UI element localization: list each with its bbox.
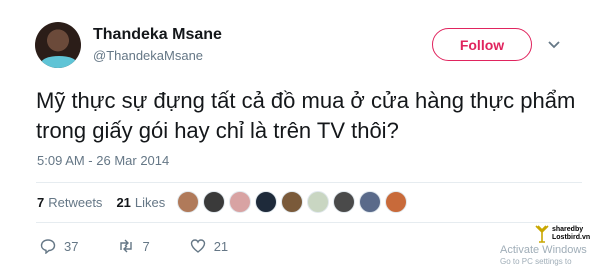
liker-avatar[interactable] <box>255 191 277 213</box>
tweet-text-line: trong giấy gói hay chỉ là trên TV thôi? <box>36 118 399 143</box>
divider <box>36 222 582 223</box>
liker-avatars <box>177 191 407 213</box>
retweets-count: 7 <box>37 195 45 210</box>
user-handle[interactable]: @ThandekaMsane <box>93 48 203 63</box>
reply-icon <box>40 239 56 254</box>
logo-text-line: sharedby <box>552 226 584 233</box>
lostbird-logo <box>535 225 549 243</box>
chevron-down-icon[interactable] <box>547 37 561 51</box>
liker-avatar[interactable] <box>307 191 329 213</box>
liker-avatar[interactable] <box>177 191 199 213</box>
windows-watermark: Activate Windows Go to PC settings to ac… <box>500 244 600 268</box>
liker-avatar[interactable] <box>359 191 381 213</box>
retweet-button[interactable]: 7 <box>118 238 150 254</box>
liker-avatar[interactable] <box>385 191 407 213</box>
reply-button[interactable]: 37 <box>40 238 78 254</box>
retweets-label: Retweets <box>48 195 103 210</box>
like-button[interactable]: 21 <box>190 238 228 254</box>
liker-avatar[interactable] <box>333 191 355 213</box>
retweet-icon <box>120 239 133 253</box>
tweet-actions: 37 7 21 <box>40 238 268 254</box>
retweets-stat[interactable]: 7 Retweets <box>37 195 102 210</box>
liker-avatar[interactable] <box>229 191 251 213</box>
watermark-title: Activate Windows <box>500 244 587 256</box>
logo-text: sharedby Lostbird.vn <box>552 226 590 242</box>
tweet-timestamp[interactable]: 5:09 AM - 26 Mar 2014 <box>37 153 169 168</box>
tweet-stats: 7 Retweets 21 Likes <box>37 195 165 210</box>
retweet-count: 7 <box>142 238 150 254</box>
avatar[interactable] <box>35 22 81 68</box>
logo-text-line: Lostbird.vn <box>552 234 591 241</box>
watermark-subtitle: Go to PC settings to activate <box>500 257 572 266</box>
liker-avatar[interactable] <box>281 191 303 213</box>
tweet-text-line: Mỹ thực sự đựng tất cả đồ mua ở cửa hàng… <box>36 88 576 113</box>
divider <box>36 182 582 183</box>
liker-avatar[interactable] <box>203 191 225 213</box>
reply-count: 37 <box>64 238 79 254</box>
like-count: 21 <box>213 238 229 254</box>
heart-icon <box>190 239 205 253</box>
likes-stat[interactable]: 21 Likes <box>116 195 165 210</box>
likes-count: 21 <box>116 195 131 210</box>
follow-button[interactable]: Follow <box>432 28 532 61</box>
user-name[interactable]: Thandeka Msane <box>93 26 222 44</box>
likes-label: Likes <box>134 195 166 210</box>
tweet-text: Mỹ thực sự đựng tất cả đồ mua ở cửa hàng… <box>36 86 576 146</box>
